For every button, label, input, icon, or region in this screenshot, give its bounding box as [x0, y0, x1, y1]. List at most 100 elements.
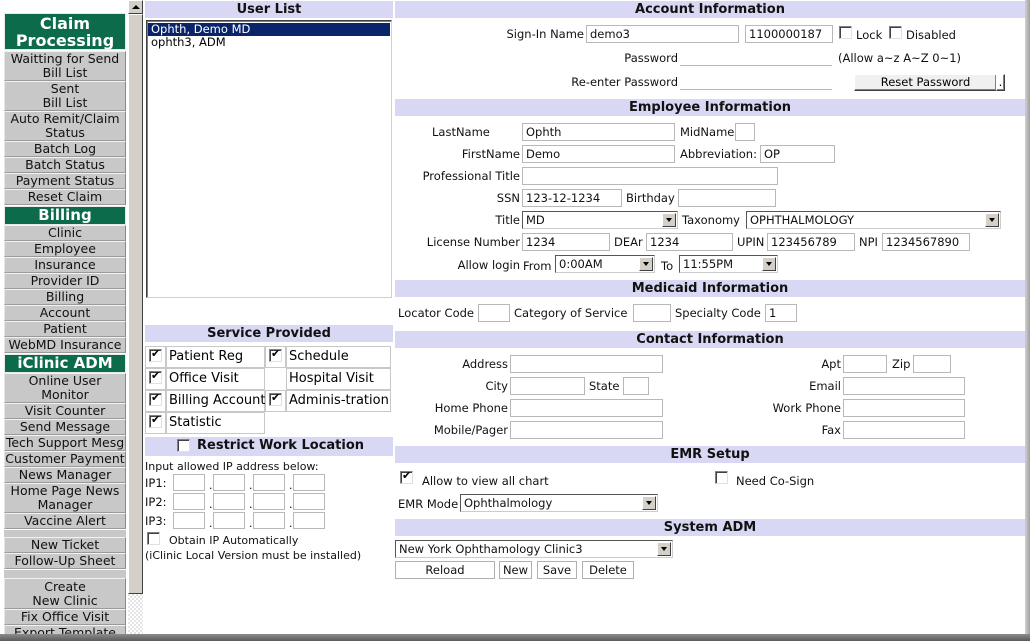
nav-item-visit-counter[interactable]: Visit Counter	[4, 403, 126, 419]
nav-scrollbar[interactable]	[128, 0, 143, 641]
work-phone-input[interactable]	[843, 399, 965, 417]
nav-item-home-page-news-manager[interactable]: Home Page News Manager	[4, 483, 126, 513]
ip3-octet4-input[interactable]	[293, 512, 325, 529]
nav-item-waiting-for-send-bill-list[interactable]: Waitting for Send Bill List	[4, 51, 126, 81]
nav-item-account[interactable]: Account	[4, 305, 126, 321]
need-cosign-checkbox[interactable]	[715, 471, 728, 484]
obtain-ip-auto-checkbox[interactable]	[147, 532, 160, 545]
firstname-input[interactable]: Demo	[522, 145, 675, 163]
chevron-down-icon[interactable]	[762, 257, 776, 271]
nav-item-batch-log[interactable]: Batch Log	[4, 141, 126, 157]
mobile-pager-input[interactable]	[510, 421, 663, 439]
fax-input[interactable]	[843, 421, 965, 439]
ip3-octet2-input[interactable]	[213, 512, 245, 529]
title-select[interactable]: MD	[522, 211, 678, 229]
nav-item-webmd-insurance[interactable]: WebMD Insurance	[4, 337, 126, 353]
clinic-select[interactable]: New York Ophthamology Clinic3	[395, 540, 673, 558]
nav-item-create-new-clinic[interactable]: Create New Clinic	[4, 578, 126, 609]
signin-name-input[interactable]: demo3	[586, 25, 739, 43]
city-input[interactable]	[510, 377, 585, 395]
reset-password-extra-button[interactable]: .	[996, 74, 1005, 91]
ip3-octet1-input[interactable]	[173, 512, 205, 529]
nav-item-auto-remit-claim-status[interactable]: Auto Remit/Claim Status	[4, 111, 126, 141]
nav-item-reset-claim[interactable]: Reset Claim	[4, 189, 126, 205]
ssn-input[interactable]: 123-12-1234	[522, 189, 622, 207]
nav-item-new-ticket[interactable]: New Ticket	[4, 537, 126, 553]
nav-item-employee[interactable]: Employee	[4, 241, 126, 257]
upin-input[interactable]: 123456789	[767, 233, 855, 251]
nav-item-customer-payment[interactable]: Customer Payment	[4, 451, 126, 467]
specialty-code-input[interactable]: 1	[765, 304, 797, 322]
nav-item-tech-support-mesg[interactable]: Tech Support Mesg	[4, 435, 126, 451]
nav-item-fix-office-visit[interactable]: Fix Office Visit	[4, 609, 126, 625]
password-input[interactable]	[680, 48, 832, 66]
reenter-password-input[interactable]	[680, 72, 832, 90]
login-from-select[interactable]: 0:00AM	[555, 255, 655, 273]
allow-view-all-chart-checkbox[interactable]	[400, 469, 413, 484]
nav-item-online-user-monitor[interactable]: Online User Monitor	[4, 373, 126, 403]
state-input[interactable]	[623, 377, 649, 395]
chevron-down-icon[interactable]	[639, 257, 653, 271]
administration-checkbox[interactable]	[269, 391, 282, 406]
license-number-input[interactable]: 1234	[522, 233, 610, 251]
nav-item-provider-id[interactable]: Provider ID	[4, 273, 126, 289]
emr-mode-select[interactable]: Ophthalmology	[460, 494, 658, 512]
category-of-service-input[interactable]	[633, 304, 671, 322]
ip1-octet1-input[interactable]	[173, 474, 205, 491]
login-to-select[interactable]: 11:55PM	[679, 255, 778, 273]
user-list[interactable]: Ophth, Demo MD ophth3, ADM	[146, 20, 392, 298]
abbreviation-input[interactable]: OP	[760, 145, 835, 163]
ip2-octet1-input[interactable]	[173, 493, 205, 510]
office-visit-checkbox[interactable]	[149, 369, 162, 384]
professional-title-input[interactable]	[522, 167, 778, 185]
reset-password-button[interactable]: Reset Password	[854, 74, 997, 91]
chevron-down-icon[interactable]	[657, 542, 671, 556]
disabled-checkbox[interactable]	[889, 26, 902, 39]
chevron-down-icon[interactable]	[662, 213, 676, 227]
birthday-input[interactable]	[678, 189, 776, 207]
ip2-octet2-input[interactable]	[213, 493, 245, 510]
ip2-octet4-input[interactable]	[293, 493, 325, 510]
nav-item-billing[interactable]: Billing	[4, 289, 126, 305]
delete-button[interactable]: Delete	[582, 561, 634, 579]
dear-input[interactable]: 1234	[646, 233, 733, 251]
user-list-item[interactable]: ophth3, ADM	[148, 36, 390, 49]
nav-item-send-message[interactable]: Send Message	[4, 419, 126, 435]
ip2-octet3-input[interactable]	[253, 493, 285, 510]
save-button[interactable]: Save	[537, 561, 577, 579]
lastname-input[interactable]: Ophth	[522, 123, 675, 141]
ip3-octet3-input[interactable]	[253, 512, 285, 529]
user-id-input[interactable]: 1100000187	[745, 25, 833, 43]
email-input[interactable]	[843, 377, 965, 395]
ip1-octet4-input[interactable]	[293, 474, 325, 491]
nav-item-batch-status[interactable]: Batch Status	[4, 157, 126, 173]
scroll-up-arrow-icon[interactable]	[128, 0, 143, 14]
scrollbar-thumb[interactable]	[128, 14, 143, 594]
midname-input[interactable]	[735, 123, 755, 141]
reload-button[interactable]: Reload	[395, 561, 495, 579]
home-phone-input[interactable]	[510, 399, 663, 417]
nav-item-patient[interactable]: Patient	[4, 321, 126, 337]
zip-input[interactable]	[913, 355, 951, 373]
nav-item-sent-bill-list[interactable]: Sent Bill List	[4, 81, 126, 111]
ip1-octet3-input[interactable]	[253, 474, 285, 491]
chevron-down-icon[interactable]	[642, 496, 656, 510]
new-button[interactable]: New	[499, 561, 532, 579]
npi-input[interactable]: 1234567890	[882, 233, 970, 251]
nav-item-follow-up-sheet[interactable]: Follow-Up Sheet	[4, 553, 126, 569]
locator-code-input[interactable]	[478, 304, 510, 322]
lock-checkbox[interactable]	[839, 26, 852, 39]
chevron-down-icon[interactable]	[985, 213, 999, 227]
nav-item-insurance[interactable]: Insurance	[4, 257, 126, 273]
statistic-checkbox[interactable]	[149, 413, 162, 428]
restrict-work-location-checkbox[interactable]	[177, 439, 190, 452]
nav-item-news-manager[interactable]: News Manager	[4, 467, 126, 483]
patient-reg-checkbox[interactable]	[149, 347, 162, 362]
ip1-octet2-input[interactable]	[213, 474, 245, 491]
nav-item-clinic[interactable]: Clinic	[4, 225, 126, 241]
address-input[interactable]	[510, 355, 663, 373]
schedule-checkbox[interactable]	[269, 347, 282, 362]
billing-account-checkbox[interactable]	[149, 391, 162, 406]
nav-item-payment-status[interactable]: Payment Status	[4, 173, 126, 189]
nav-item-vaccine-alert[interactable]: Vaccine Alert	[4, 513, 126, 529]
